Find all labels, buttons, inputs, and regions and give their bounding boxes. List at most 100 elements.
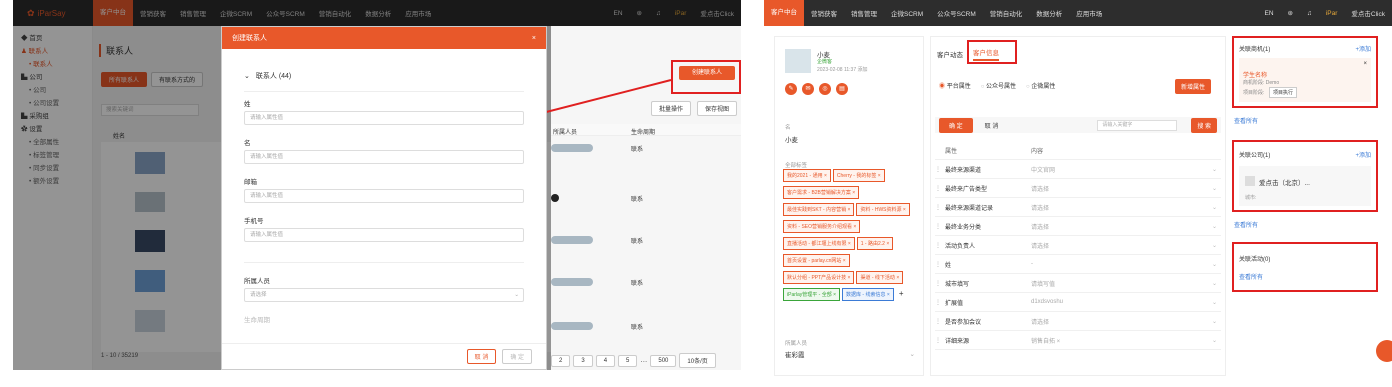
radio-platform[interactable]: ◉ 平台属性 [939, 81, 971, 90]
nav-item-official[interactable]: 公众号SCRM [930, 8, 983, 18]
drag-handle-icon[interactable]: ⋮ [935, 280, 945, 287]
save-view-button[interactable]: 保存视图 [697, 101, 738, 116]
nav-item-market[interactable]: 应用市场 [1069, 8, 1109, 18]
page-4[interactable]: 4 [595, 354, 616, 367]
bell-icon[interactable]: ♫ [1300, 10, 1319, 17]
property-row[interactable]: ⋮ 扩展值 d1xdsvoshu ⌄ [935, 293, 1221, 312]
section-header[interactable]: ⌄ 联系人 (44) [244, 71, 524, 81]
company-item[interactable]: 爱点击（北京）... 城市: [1239, 166, 1371, 206]
drag-handle-icon[interactable]: ⋮ [935, 261, 945, 268]
page-size-select[interactable]: 10条/页 [679, 353, 716, 368]
message-icon[interactable]: ▤ [836, 83, 848, 95]
add-company-button[interactable]: +添加 [1355, 150, 1371, 159]
property-value[interactable]: d1xdsvoshu [1031, 299, 1212, 305]
property-value[interactable]: 请选择 [1031, 317, 1212, 326]
tag-chip[interactable]: 1 - 路由2.2 × [856, 237, 894, 250]
page-5[interactable]: 5 [618, 354, 638, 367]
property-value[interactable]: 请填写值 [1031, 279, 1212, 288]
user-name[interactable]: 爱点击Click [1344, 8, 1392, 18]
lang-toggle[interactable]: EN [1257, 10, 1280, 17]
deal-item[interactable]: × 学生名称 商机阶段: Demo 项目阶段: 项目执行 [1239, 58, 1371, 102]
close-icon[interactable]: × [1363, 61, 1367, 67]
confirm-button[interactable]: 确 定 [502, 349, 532, 364]
float-chat-button[interactable] [1376, 340, 1392, 362]
tag-chip[interactable]: 资料 - SEO营销服务介绍观看 × [783, 220, 861, 233]
property-value[interactable]: 请选择 [1031, 184, 1212, 193]
cancel-button[interactable]: 取 消 [985, 121, 999, 130]
tab-activity[interactable]: 客户动态 [937, 49, 963, 59]
tag-chip[interactable]: 我的2021 - 通用 × [783, 169, 831, 182]
property-row[interactable]: ⋮ 姓 - ⌄ [935, 255, 1221, 274]
cancel-button[interactable]: 取 消 [466, 349, 497, 364]
page-2[interactable]: 2 [551, 354, 571, 367]
owner-select[interactable]: 请选择 ⌄ [244, 288, 524, 302]
property-row[interactable]: ⋮ 详细来源 销售自拓 × ⌄ [935, 331, 1221, 350]
view-all-deals[interactable]: 查看所有 [1234, 116, 1258, 125]
nav-item-customer[interactable]: 客户中台 [764, 0, 804, 26]
drag-handle-icon[interactable]: ⋮ [935, 299, 945, 306]
tag-chip[interactable]: 直播活动 - 都江堰上线有限 × [783, 237, 855, 250]
tag-chip[interactable]: iParlay管理平 - 全部 × [783, 288, 841, 301]
tag-chip[interactable]: 默认分组 - PPT产品设计技 × [783, 271, 855, 284]
property-value[interactable]: 请选择 [1031, 241, 1212, 250]
property-row[interactable]: ⋮ 是否参加会议 请选择 ⌄ [935, 312, 1221, 331]
search-input[interactable]: 请输入关键字 [1097, 119, 1178, 131]
email-field[interactable]: 请输入属性值 [244, 189, 524, 203]
confirm-button[interactable]: 确 定 [939, 117, 973, 133]
property-row[interactable]: ⋮ 最终来源渠道记录 请选择 ⌄ [935, 198, 1221, 217]
first-name-field[interactable]: 请输入属性值 [244, 150, 524, 164]
tag-chip[interactable]: 最佳实践到SKT - 内容营销 × [783, 203, 855, 216]
new-property-button[interactable]: 新增属性 [1175, 79, 1212, 94]
target-icon[interactable]: ◎ [819, 83, 831, 95]
nav-item-wecom[interactable]: 企微SCRM [884, 8, 930, 18]
activity-title[interactable]: 关联活动(0) [1239, 254, 1270, 263]
property-row[interactable]: ⋮ 最终来广告类型 请选择 ⌄ [935, 179, 1221, 198]
property-row[interactable]: ⋮ 最终业务分类 请选择 ⌄ [935, 217, 1221, 236]
property-row[interactable]: ⋮ 城市填写 请填写值 ⌄ [935, 274, 1221, 293]
drag-handle-icon[interactable]: ⋮ [935, 318, 945, 325]
property-value[interactable]: 中文官网 [1031, 165, 1212, 174]
radio-wecom[interactable]: ○ 企微属性 [1026, 81, 1055, 90]
owner-select[interactable]: 崔彩霞 ⌄ [785, 349, 915, 359]
property-value[interactable]: 请选择 [1031, 222, 1212, 231]
tag-chip[interactable]: 渠道 - 线下活动 × [856, 271, 904, 284]
add-tag-button[interactable]: + [899, 289, 904, 298]
nav-item-analytics[interactable]: 数据分析 [1029, 8, 1069, 18]
project-stage-select[interactable]: 项目执行 [1269, 87, 1298, 98]
drag-handle-icon[interactable]: ⋮ [935, 337, 945, 344]
drag-handle-icon[interactable]: ⋮ [935, 166, 945, 173]
add-deal-button[interactable]: +添加 [1355, 44, 1371, 53]
drag-handle-icon[interactable]: ⋮ [935, 204, 945, 211]
search-button[interactable]: 搜 索 [1191, 117, 1217, 133]
drag-handle-icon[interactable]: ⋮ [935, 242, 945, 249]
drag-handle-icon[interactable]: ⋮ [935, 223, 945, 230]
mail-icon[interactable]: ✉ [802, 83, 814, 95]
radio-official[interactable]: ○ 公众号属性 [981, 81, 1016, 90]
drag-handle-icon[interactable]: ⋮ [935, 185, 945, 192]
edit-icon[interactable]: ✎ [785, 83, 797, 95]
last-name-field[interactable]: 请输入属性值 [244, 111, 524, 125]
deal-title[interactable]: 关联商机(1) [1239, 44, 1270, 53]
property-row[interactable]: ⋮ 活动负责人 请选择 ⌄ [935, 236, 1221, 255]
property-value[interactable]: 销售自拓 × [1031, 336, 1212, 345]
tag-chip[interactable]: Cherry - 我的标签 × [832, 169, 885, 182]
help-icon[interactable]: ⊛ [1281, 9, 1300, 17]
tag-chip[interactable]: 资料 - HWS资料源 × [856, 203, 910, 216]
property-value[interactable]: - [1031, 261, 1212, 267]
close-icon[interactable]: × [532, 35, 536, 42]
property-row[interactable]: ⋮ 最终来源渠道 中文官网 ⌄ [935, 160, 1221, 179]
nav-item-automation[interactable]: 营销自动化 [983, 8, 1030, 18]
property-value[interactable]: 请选择 [1031, 203, 1212, 212]
chevron-down-icon: ⌄ [1211, 318, 1217, 325]
nav-item-marketing[interactable]: 营销获客 [804, 8, 844, 18]
company-title[interactable]: 关联公司(1) [1239, 150, 1270, 159]
phone-field[interactable]: 请输入属性值 [244, 228, 524, 242]
nav-item-sales[interactable]: 销售管理 [844, 8, 884, 18]
tag-chip[interactable]: 数据库 - 线索信息 × [842, 288, 894, 301]
tag-chip[interactable]: 客户需求 - B2B营销解决方案 × [783, 186, 860, 199]
view-all-companies[interactable]: 查看所有 [1234, 220, 1258, 229]
view-all-activities[interactable]: 查看所有 [1239, 272, 1263, 281]
page-3[interactable]: 3 [573, 354, 593, 367]
page-500[interactable]: 500 [650, 354, 677, 367]
tag-chip[interactable]: 首页设置 - parlay.cn网站 × [783, 254, 850, 267]
